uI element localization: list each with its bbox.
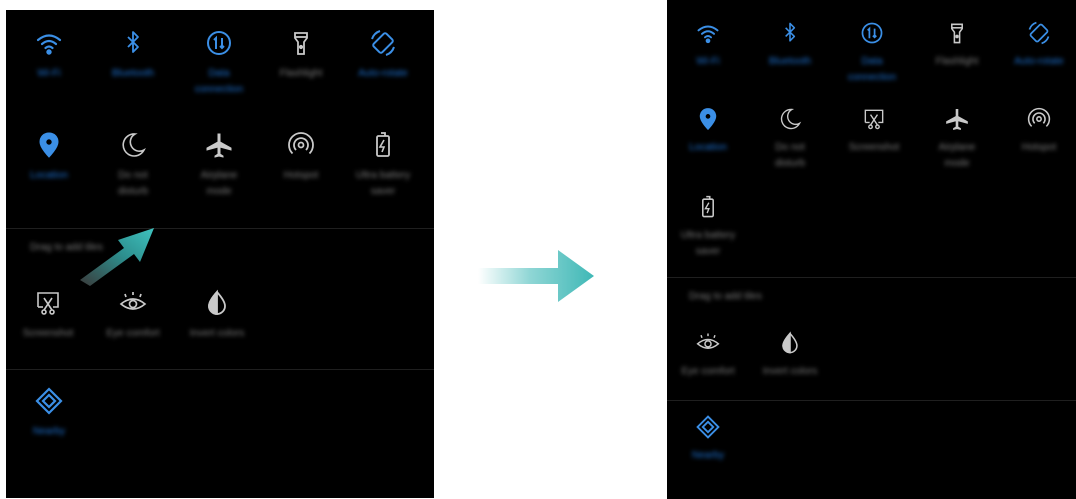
tile-data-connection[interactable]: Data connection <box>840 20 904 86</box>
tile-do-not-disturb[interactable]: Do not disturb <box>759 106 821 172</box>
invert-colors-icon <box>782 331 798 354</box>
flashlight-icon <box>951 23 963 44</box>
screenshot-icon <box>37 292 59 315</box>
tile-location[interactable]: Location <box>19 130 79 184</box>
tile-label: Hotspot <box>283 170 319 181</box>
data-connection-icon <box>207 31 231 55</box>
location-icon <box>39 132 59 158</box>
tile-invert-colors[interactable]: Invert colors <box>182 288 252 342</box>
tile-eye-comfort[interactable]: Eye comfort <box>98 288 168 342</box>
tile-label: Wi-Fi <box>696 56 720 67</box>
data-connection-icon <box>861 22 883 44</box>
tile-airplane-mode[interactable]: Airplane mode <box>187 130 251 200</box>
drag-gesture-arrow-icon <box>80 228 154 286</box>
quick-settings-panel-after: Wi-Fi Bluetooth Data connection Flashlig… <box>667 0 1076 499</box>
tile-label: Auto-rotate <box>1014 56 1064 67</box>
tile-label: Airplane mode <box>200 170 238 197</box>
tile-nearby[interactable]: Nearby <box>678 414 738 464</box>
eye-icon <box>696 333 720 349</box>
moon-icon <box>122 133 146 157</box>
tile-label: Ultra battery saver <box>355 170 411 197</box>
screenshot-icon <box>864 109 884 130</box>
tile-label: Do not disturb <box>117 170 148 197</box>
tile-location[interactable]: Location <box>678 106 738 156</box>
tile-bluetooth[interactable]: Bluetooth <box>103 28 163 82</box>
tile-hotspot[interactable]: Hotspot <box>269 130 333 184</box>
tile-label: Flashlight <box>935 56 979 67</box>
divider <box>667 277 1076 278</box>
invert-colors-icon <box>208 289 226 315</box>
tile-label: Ultra battery saver <box>680 230 736 257</box>
tile-screenshot[interactable]: Screenshot <box>15 288 81 342</box>
tile-label: Eye comfort <box>681 366 735 377</box>
tile-label: Nearby <box>32 426 66 437</box>
tile-invert-colors[interactable]: Invert colors <box>755 330 825 380</box>
tile-label: Location <box>689 142 727 153</box>
tile-ultra-battery-saver[interactable]: Ultra battery saver <box>351 130 415 200</box>
auto-rotate-icon <box>1028 21 1050 45</box>
tile-nearby[interactable]: Nearby <box>19 386 79 440</box>
tile-label: Airplane mode <box>938 142 976 169</box>
tile-eye-comfort[interactable]: Eye comfort <box>673 330 743 380</box>
tile-label: Flashlight <box>279 68 323 79</box>
divider <box>667 400 1076 401</box>
hotspot-icon <box>1027 107 1051 127</box>
quick-settings-panel-before: Wi-Fi Bluetooth Data connection Flashlig… <box>6 10 434 498</box>
tile-do-not-disturb[interactable]: Do not disturb <box>103 130 163 200</box>
tile-auto-rotate[interactable]: Auto-rotate <box>1005 20 1073 70</box>
battery-icon <box>376 132 390 157</box>
tile-label: Location <box>30 170 68 181</box>
tile-flashlight[interactable]: Flashlight <box>925 20 989 70</box>
tile-auto-rotate[interactable]: Auto-rotate <box>351 28 415 82</box>
tile-label: Bluetooth <box>768 56 812 67</box>
tile-label: Invert colors <box>189 328 245 339</box>
tile-wifi[interactable]: Wi-Fi <box>678 20 738 70</box>
tile-label: Nearby <box>691 450 725 461</box>
airplane-icon <box>946 109 968 130</box>
tile-label: Bluetooth <box>111 68 155 79</box>
drag-hint: Drag to add tiles <box>689 291 762 302</box>
tile-label: Data connection <box>847 56 897 83</box>
nearby-icon <box>35 387 63 415</box>
tile-label: Screenshot <box>22 328 74 339</box>
tile-screenshot[interactable]: Screenshot <box>840 106 908 156</box>
tile-label: Auto-rotate <box>358 68 408 79</box>
moon-icon <box>780 108 802 130</box>
wifi-icon <box>697 25 719 44</box>
tile-label: Data connection <box>194 68 244 95</box>
tile-label: Hotspot <box>1021 142 1057 153</box>
hotspot-icon <box>288 132 314 155</box>
bluetooth-icon <box>785 22 796 42</box>
bluetooth-icon <box>127 31 139 53</box>
flashlight-icon <box>294 32 308 55</box>
tile-airplane-mode[interactable]: Airplane mode <box>925 106 989 172</box>
auto-rotate-icon <box>371 30 395 56</box>
nearby-icon <box>696 415 720 439</box>
tile-ultra-battery-saver[interactable]: Ultra battery saver <box>675 194 741 260</box>
location-icon <box>699 108 717 131</box>
tile-wifi[interactable]: Wi-Fi <box>19 28 79 82</box>
divider <box>6 369 434 370</box>
tile-bluetooth[interactable]: Bluetooth <box>759 20 821 70</box>
tile-label: Invert colors <box>762 366 818 377</box>
tile-flashlight[interactable]: Flashlight <box>269 28 333 82</box>
airplane-icon <box>206 133 232 158</box>
battery-icon <box>702 195 714 218</box>
tile-label: Eye comfort <box>106 328 160 339</box>
transition-arrow-icon <box>478 250 594 302</box>
tile-label: Do not disturb <box>774 142 805 169</box>
tile-label: Screenshot <box>848 142 900 153</box>
eye-icon <box>119 292 147 310</box>
wifi-icon <box>36 34 62 55</box>
tile-hotspot[interactable]: Hotspot <box>1007 106 1071 156</box>
tile-label: Wi-Fi <box>37 68 61 79</box>
tile-data-connection[interactable]: Data connection <box>187 28 251 98</box>
